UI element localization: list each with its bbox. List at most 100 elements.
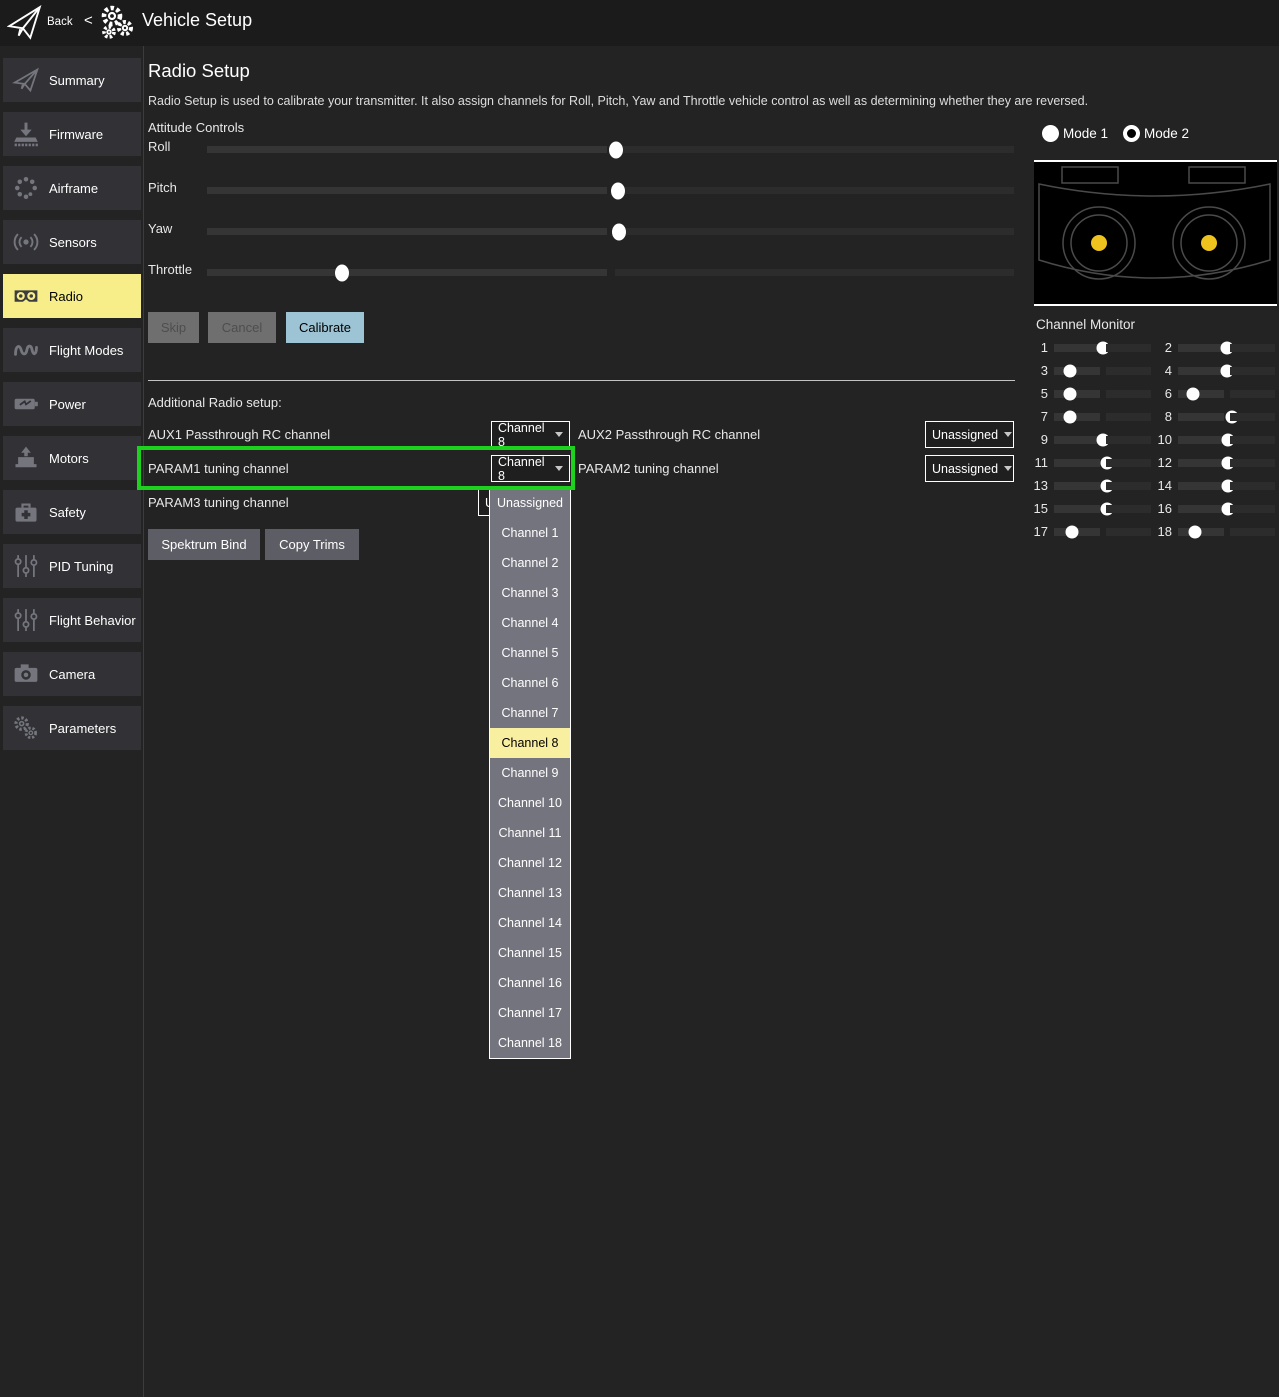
channel-number: 13 (1030, 478, 1048, 493)
channel-monitor-row: 13 (1030, 474, 1154, 497)
sidebar-item[interactable]: Camera (3, 652, 141, 696)
slider-track[interactable] (207, 228, 1014, 235)
skip-button[interactable]: Skip (148, 312, 199, 343)
channel-monitor-heading: Channel Monitor (1036, 317, 1135, 332)
slider-thumb[interactable] (609, 141, 623, 158)
sidebar-item[interactable]: Power (3, 382, 141, 426)
channel-number: 15 (1030, 501, 1048, 516)
right-stick-dot (1201, 235, 1217, 251)
channel-option[interactable]: Channel 9 (490, 758, 570, 788)
sidebar-item-label: Motors (49, 451, 89, 466)
sidebar-item[interactable]: Motors (3, 436, 141, 480)
sidebar-item[interactable]: Flight Modes (3, 328, 141, 372)
page-description: Radio Setup is used to calibrate your tr… (148, 94, 1088, 108)
channel-option[interactable]: Channel 10 (490, 788, 570, 818)
paper-plane-icon (3, 66, 49, 94)
channel-option[interactable]: Channel 6 (490, 668, 570, 698)
copy-trims-button[interactable]: Copy Trims (265, 529, 359, 560)
channel-monitor-row: 17 (1030, 520, 1154, 543)
channel-option[interactable]: Channel 18 (490, 1028, 570, 1058)
sidebar-item-label: Safety (49, 505, 86, 520)
dropdown-value: Channel 8 (498, 455, 549, 483)
channel-number: 14 (1154, 478, 1172, 493)
slider-thumb[interactable] (611, 182, 625, 199)
attitude-slider-row: Pitch (145, 177, 1025, 218)
slider-label: Yaw (148, 221, 172, 236)
channel-option[interactable]: Channel 16 (490, 968, 570, 998)
attitude-controls-heading: Attitude Controls (148, 120, 244, 135)
channel-value-dot (1186, 387, 1199, 400)
aux1-passthrough-label: AUX1 Passthrough RC channel (148, 421, 330, 448)
channel-value-dot (1220, 364, 1233, 377)
channel-option[interactable]: Channel 3 (490, 578, 570, 608)
sidebar-item[interactable]: Radio (3, 274, 141, 318)
channel-option[interactable]: Unassigned (490, 488, 570, 518)
slider-track[interactable] (207, 187, 1014, 194)
sidebar-divider (143, 46, 144, 1397)
attitude-slider-row: Throttle (145, 259, 1025, 300)
slider-track[interactable] (207, 146, 1014, 153)
sidebar-item-label: Camera (49, 667, 95, 682)
channel-value-dot (1222, 456, 1235, 469)
channel-option[interactable]: Channel 12 (490, 848, 570, 878)
channel-option[interactable]: Channel 13 (490, 878, 570, 908)
channel-option[interactable]: Channel 4 (490, 608, 570, 638)
channel-bar (1054, 413, 1151, 421)
radio-button-icon[interactable] (1123, 125, 1140, 142)
channel-option[interactable]: Channel 1 (490, 518, 570, 548)
param3-tuning-label: PARAM3 tuning channel (148, 489, 289, 516)
mode-1-radio[interactable]: Mode 1 (1042, 125, 1108, 142)
channel-option[interactable]: Channel 17 (490, 998, 570, 1028)
sidebar-item[interactable]: Firmware (3, 112, 141, 156)
sidebar-item[interactable]: Summary (3, 58, 141, 102)
slider-thumb[interactable] (612, 223, 626, 240)
attitude-slider-row: Yaw (145, 218, 1025, 259)
dropdown-value: Unassigned (932, 428, 998, 442)
channel-bar (1054, 528, 1151, 536)
channel-value-dot (1101, 456, 1114, 469)
slider-track[interactable] (207, 269, 1014, 276)
channel-option[interactable]: Channel 15 (490, 938, 570, 968)
channel-bar (1178, 505, 1275, 513)
sidebar-item-label: Flight Modes (49, 343, 123, 358)
sensors-signal-icon (3, 228, 49, 256)
slider-label: Throttle (148, 262, 192, 277)
sidebar-item[interactable]: Flight Behavior (3, 598, 141, 642)
back-button[interactable]: Back (47, 16, 73, 28)
channel-bar (1178, 367, 1275, 375)
section-divider (148, 380, 1015, 381)
sidebar-item[interactable]: Safety (3, 490, 141, 534)
channel-bar (1178, 344, 1275, 352)
sidebar-item[interactable]: PID Tuning (3, 544, 141, 588)
spektrum-bind-button[interactable]: Spektrum Bind (148, 529, 260, 560)
channel-value-dot (1222, 433, 1235, 446)
slider-thumb[interactable] (335, 264, 349, 281)
left-stick-dot (1091, 235, 1107, 251)
channel-option[interactable]: Channel 8 (490, 728, 570, 758)
cancel-button[interactable]: Cancel (208, 312, 276, 343)
chevron-down-icon (555, 432, 563, 437)
channel-bar (1178, 436, 1275, 444)
calibrate-button[interactable]: Calibrate (286, 312, 364, 343)
channel-option[interactable]: Channel 7 (490, 698, 570, 728)
aux2-passthrough-dropdown[interactable]: Unassigned (925, 421, 1014, 448)
param1-tuning-dropdown[interactable]: Channel 8 (491, 455, 570, 482)
channel-bar (1054, 390, 1151, 398)
channel-option[interactable]: Channel 5 (490, 638, 570, 668)
radio-button-icon[interactable] (1042, 125, 1059, 142)
channel-value-dot (1222, 479, 1235, 492)
transmitter-diagram (1034, 160, 1277, 306)
channel-option[interactable]: Channel 11 (490, 818, 570, 848)
channel-value-dot (1189, 525, 1202, 538)
channel-number: 3 (1030, 363, 1048, 378)
channel-option[interactable]: Channel 2 (490, 548, 570, 578)
sidebar-item[interactable]: Airframe (3, 166, 141, 210)
aux1-passthrough-dropdown[interactable]: Channel 8 (491, 421, 570, 448)
param2-tuning-dropdown[interactable]: Unassigned (925, 455, 1014, 482)
channel-option[interactable]: Channel 14 (490, 908, 570, 938)
mode-1-label: Mode 1 (1063, 126, 1108, 141)
channel-bar (1054, 459, 1151, 467)
sidebar-item[interactable]: Sensors (3, 220, 141, 264)
mode-2-radio[interactable]: Mode 2 (1123, 125, 1189, 142)
sidebar-item[interactable]: Parameters (3, 706, 141, 750)
